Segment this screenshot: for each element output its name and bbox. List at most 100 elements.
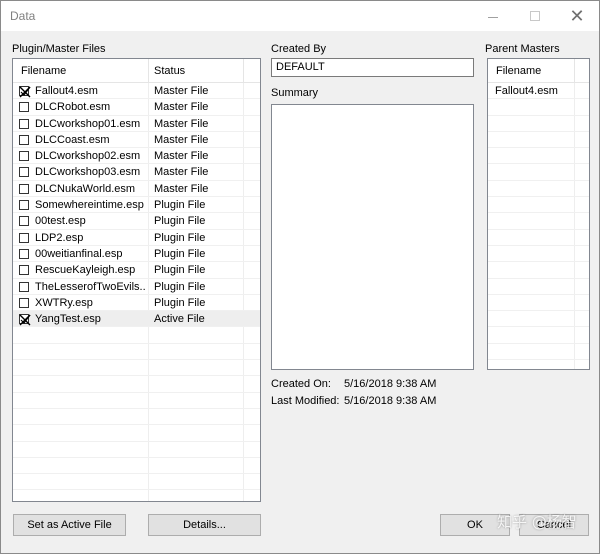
minimize-icon bbox=[488, 16, 498, 18]
filename-cell: DLCworkshop01.esm bbox=[35, 117, 141, 130]
filename-column-header[interactable]: Filename bbox=[15, 59, 66, 83]
table-row[interactable] bbox=[488, 279, 589, 295]
column-divider[interactable] bbox=[243, 59, 244, 83]
row-checkbox[interactable] bbox=[19, 86, 31, 98]
status-cell: Plugin File bbox=[154, 231, 206, 244]
table-row[interactable] bbox=[488, 197, 589, 214]
table-row[interactable]: Somewhereintime.esp Plugin File bbox=[13, 197, 260, 214]
table-row[interactable]: 00test.esp Plugin File bbox=[13, 213, 260, 230]
status-cell: Plugin File bbox=[154, 199, 206, 212]
row-checkbox[interactable] bbox=[19, 134, 29, 145]
row-checkbox[interactable] bbox=[19, 183, 29, 194]
table-row[interactable] bbox=[13, 376, 260, 393]
filename-cell: RescueKayleigh.esp bbox=[35, 264, 136, 277]
checkmark-icon bbox=[19, 314, 31, 326]
table-row[interactable]: DLCworkshop01.esm Master File bbox=[13, 116, 260, 132]
table-row[interactable] bbox=[13, 393, 260, 409]
plugin-files-label: Plugin/Master Files bbox=[12, 43, 106, 55]
parent-filename-column-header[interactable]: Filename bbox=[490, 59, 541, 83]
created-on-label: Created On: bbox=[271, 378, 331, 390]
table-row[interactable] bbox=[488, 230, 589, 246]
row-checkbox[interactable] bbox=[19, 314, 31, 326]
plugin-file-list[interactable]: Filename Status Fallout4.esm Master File D… bbox=[12, 58, 261, 502]
close-icon: ✕ bbox=[569, 5, 585, 26]
filename-cell: LDP2.esp bbox=[35, 231, 84, 244]
column-divider[interactable] bbox=[574, 59, 575, 83]
data-dialog: Data ✕ Plugin/Master Files Filename Stat… bbox=[0, 0, 600, 554]
table-row[interactable] bbox=[488, 262, 589, 279]
table-row[interactable]: DLCCoast.esm Master File bbox=[13, 132, 260, 149]
maximize-button[interactable] bbox=[515, 1, 555, 31]
row-checkbox[interactable] bbox=[19, 248, 29, 259]
row-checkbox[interactable] bbox=[19, 102, 29, 113]
plugin-list-header: Filename Status bbox=[13, 59, 260, 83]
table-row[interactable] bbox=[488, 148, 589, 165]
table-row[interactable] bbox=[488, 213, 589, 230]
filename-cell: YangTest.esp bbox=[35, 313, 101, 326]
table-row[interactable] bbox=[488, 181, 589, 198]
filename-cell: DLCCoast.esm bbox=[35, 133, 110, 146]
table-row[interactable] bbox=[488, 246, 589, 263]
watermark-text: 知乎 @杨智 bbox=[497, 513, 577, 531]
status-cell: Plugin File bbox=[154, 247, 206, 260]
title-bar: Data ✕ bbox=[1, 1, 599, 31]
row-checkbox[interactable] bbox=[19, 281, 29, 292]
table-row[interactable]: YangTest.esp Active File bbox=[13, 311, 260, 328]
table-row[interactable] bbox=[13, 474, 260, 491]
row-checkbox[interactable] bbox=[19, 200, 29, 211]
created-by-field[interactable]: DEFAULT bbox=[271, 58, 474, 77]
table-row[interactable] bbox=[13, 344, 260, 361]
table-row[interactable]: LDP2.esp Plugin File bbox=[13, 230, 260, 246]
table-row[interactable] bbox=[13, 425, 260, 442]
table-row[interactable] bbox=[13, 409, 260, 426]
table-row[interactable]: DLCworkshop02.esm Master File bbox=[13, 148, 260, 165]
status-cell: Plugin File bbox=[154, 215, 206, 228]
table-row[interactable] bbox=[488, 360, 589, 369]
table-row[interactable] bbox=[488, 311, 589, 328]
table-row[interactable] bbox=[488, 327, 589, 344]
summary-field[interactable] bbox=[271, 104, 474, 370]
table-row[interactable] bbox=[488, 295, 589, 312]
table-row[interactable] bbox=[13, 458, 260, 475]
table-row[interactable] bbox=[488, 132, 589, 149]
status-column-header[interactable]: Status bbox=[148, 59, 185, 83]
row-checkbox[interactable] bbox=[19, 216, 29, 227]
table-row[interactable] bbox=[13, 442, 260, 458]
table-row[interactable]: Fallout4.esm Master File bbox=[13, 83, 260, 100]
table-row[interactable] bbox=[488, 344, 589, 361]
table-row[interactable]: RescueKayleigh.esp Plugin File bbox=[13, 262, 260, 279]
filename-cell: DLCworkshop03.esm bbox=[35, 166, 141, 179]
table-row[interactable]: 00weitianfinal.esp Plugin File bbox=[13, 246, 260, 263]
filename-cell: DLCRobot.esm bbox=[35, 101, 111, 114]
created-by-label: Created By bbox=[271, 43, 327, 55]
status-cell: Master File bbox=[154, 150, 209, 163]
parent-masters-label: Parent Masters bbox=[485, 43, 560, 55]
table-row[interactable] bbox=[13, 360, 260, 377]
row-checkbox[interactable] bbox=[19, 167, 29, 178]
close-button[interactable]: ✕ bbox=[557, 1, 597, 31]
row-checkbox[interactable] bbox=[19, 265, 29, 276]
parent-masters-list[interactable]: Filename Fallout4.esm bbox=[487, 58, 590, 370]
status-cell: Plugin File bbox=[154, 280, 206, 293]
status-cell: Master File bbox=[154, 133, 209, 146]
table-row[interactable]: TheLesserofTwoEvils.... Plugin File bbox=[13, 279, 260, 295]
table-row[interactable]: DLCRobot.esm Master File bbox=[13, 99, 260, 116]
parent-filename-cell: Fallout4.esm bbox=[495, 85, 558, 97]
set-as-active-file-button[interactable]: Set as Active File bbox=[13, 514, 126, 536]
summary-label: Summary bbox=[271, 87, 319, 99]
row-checkbox[interactable] bbox=[19, 297, 29, 308]
table-row[interactable]: XWTRy.esp Plugin File bbox=[13, 295, 260, 312]
table-row[interactable] bbox=[488, 116, 589, 132]
details-button[interactable]: Details... bbox=[148, 514, 261, 536]
row-checkbox[interactable] bbox=[19, 151, 29, 162]
row-checkbox[interactable] bbox=[19, 118, 29, 129]
table-row[interactable] bbox=[488, 164, 589, 181]
table-row[interactable]: Fallout4.esm bbox=[488, 83, 589, 100]
table-row[interactable] bbox=[488, 99, 589, 116]
minimize-button[interactable] bbox=[473, 1, 513, 31]
table-row[interactable]: DLCNukaWorld.esm Master File bbox=[13, 181, 260, 198]
parent-masters-header: Filename bbox=[488, 59, 589, 83]
table-row[interactable]: DLCworkshop03.esm Master File bbox=[13, 164, 260, 181]
table-row[interactable] bbox=[13, 327, 260, 344]
row-checkbox[interactable] bbox=[19, 232, 29, 243]
